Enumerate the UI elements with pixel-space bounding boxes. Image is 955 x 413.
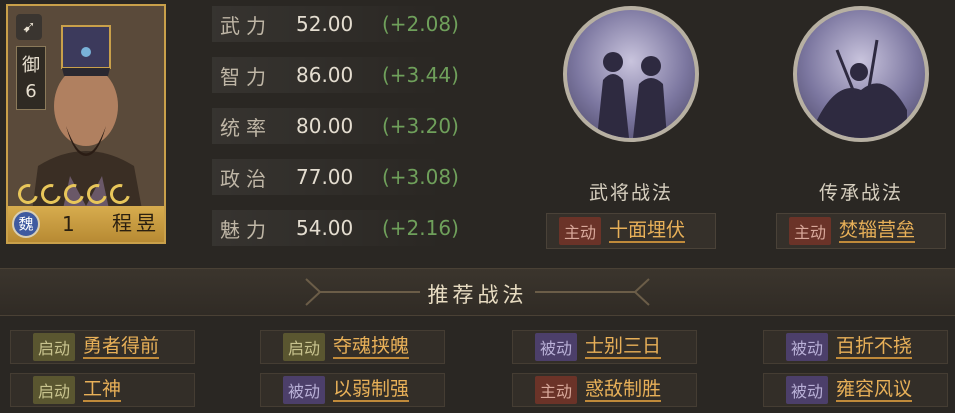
recommended-tactic-item[interactable]: 启动 夺魂挟魄 <box>260 330 445 364</box>
tactic-type-badge: 被动 <box>535 333 578 361</box>
stat-label: 魅力 <box>220 217 272 242</box>
tactic-type-badge: 启动 <box>33 333 76 361</box>
stat-value: 54.00 <box>296 216 354 240</box>
tactic-type-badge: 主动 <box>535 376 578 404</box>
tactic-type-badge: 主动 <box>559 217 602 245</box>
hero-level: 1 <box>62 212 75 236</box>
tactic-type-badge: 被动 <box>786 376 829 404</box>
star-rating <box>14 180 134 208</box>
troop-level: 6 <box>25 81 37 102</box>
star-icon <box>106 180 134 208</box>
star-icon <box>83 180 111 208</box>
stat-label: 政治 <box>220 166 272 191</box>
tactic-name-link[interactable]: 夺魂挟魄 <box>333 335 410 359</box>
recommended-title: 推荐战法 <box>427 283 528 307</box>
stat-label: 武力 <box>220 13 272 38</box>
stat-row-intelligence: 智力 86.00 (+3.44) <box>212 57 502 93</box>
tactic-name-link[interactable]: 士别三日 <box>585 335 662 359</box>
tactic-name-link[interactable]: 工神 <box>83 378 122 402</box>
tactic-name-link[interactable]: 雍容风议 <box>836 378 913 402</box>
troop-label: 御 <box>22 55 40 76</box>
troop-adaptation: 御 6 <box>16 46 46 110</box>
general-tactic-title: 武将战法 <box>588 182 673 204</box>
general-tactic: 武将战法 主动 十面埋伏 <box>546 6 716 249</box>
tactic-type-badge: 启动 <box>33 376 76 404</box>
right-ornament-icon <box>535 278 650 306</box>
inherited-tactic-medallion[interactable] <box>793 6 929 142</box>
tactic-name-link[interactable]: 焚辎营垒 <box>839 219 916 243</box>
general-tactic-medallion[interactable] <box>563 6 699 142</box>
tactic-type-badge: 被动 <box>786 333 829 361</box>
stat-value: 86.00 <box>296 63 354 87</box>
cavalry-charge-icon <box>817 39 907 138</box>
stats-panel: 武力 52.00 (+2.08) 智力 86.00 (+3.44) 统率 80.… <box>212 6 502 261</box>
stat-value: 52.00 <box>296 12 354 36</box>
inherited-tactic-title: 传承战法 <box>818 182 903 204</box>
troop-type-icon: ➹ <box>16 14 42 40</box>
recommended-tactic-item[interactable]: 主动 惑敌制胜 <box>512 373 697 407</box>
hero-card[interactable]: ➹ 御 6 魏 1 程昱 <box>6 4 166 244</box>
recommended-tactic-item[interactable]: 被动 百折不挠 <box>763 330 948 364</box>
tactic-name-link[interactable]: 勇者得前 <box>83 335 160 359</box>
stat-value: 77.00 <box>296 165 354 189</box>
recommended-tactic-item[interactable]: 被动 士别三日 <box>512 330 697 364</box>
stat-label: 统率 <box>220 115 272 140</box>
recommended-tactic-item[interactable]: 启动 勇者得前 <box>10 330 195 364</box>
recommended-tactic-item[interactable]: 被动 雍容风议 <box>763 373 948 407</box>
star-icon <box>60 180 88 208</box>
hero-name: 程昱 <box>112 211 160 235</box>
recommended-tactic-item[interactable]: 启动 工神 <box>10 373 195 407</box>
tactic-name-link[interactable]: 惑敌制胜 <box>585 378 662 402</box>
recommended-header: 推荐战法 <box>0 268 955 316</box>
tactic-name-link[interactable]: 百折不挠 <box>836 335 913 359</box>
stat-row-command: 统率 80.00 (+3.20) <box>212 108 502 144</box>
stat-bonus: (+3.08) <box>382 165 459 189</box>
tactic-type-badge: 主动 <box>789 217 832 245</box>
star-icon <box>37 180 65 208</box>
stat-row-charm: 魅力 54.00 (+2.16) <box>212 210 502 246</box>
stat-row-force: 武力 52.00 (+2.08) <box>212 6 502 42</box>
general-tactic-tag[interactable]: 主动 十面埋伏 <box>546 213 716 249</box>
tactic-type-badge: 启动 <box>283 333 326 361</box>
stat-bonus: (+3.44) <box>382 63 459 87</box>
inherited-tactic: 传承战法 主动 焚辎营垒 <box>776 6 946 249</box>
tactic-type-badge: 被动 <box>283 376 326 404</box>
star-icon <box>14 180 42 208</box>
stat-bonus: (+2.16) <box>382 216 459 240</box>
stat-bonus: (+3.20) <box>382 114 459 138</box>
tactic-name-link[interactable]: 以弱制强 <box>333 378 410 402</box>
stat-value: 80.00 <box>296 114 354 138</box>
recommended-tactic-item[interactable]: 被动 以弱制强 <box>260 373 445 407</box>
stat-label: 智力 <box>220 64 272 89</box>
two-figures-icon <box>597 52 667 138</box>
inherited-tactic-tag[interactable]: 主动 焚辎营垒 <box>776 213 946 249</box>
stat-bonus: (+2.08) <box>382 12 459 36</box>
stat-row-politics: 政治 77.00 (+3.08) <box>212 159 502 195</box>
faction-badge: 魏 <box>12 210 40 238</box>
tactic-name-link[interactable]: 十面埋伏 <box>609 219 686 243</box>
